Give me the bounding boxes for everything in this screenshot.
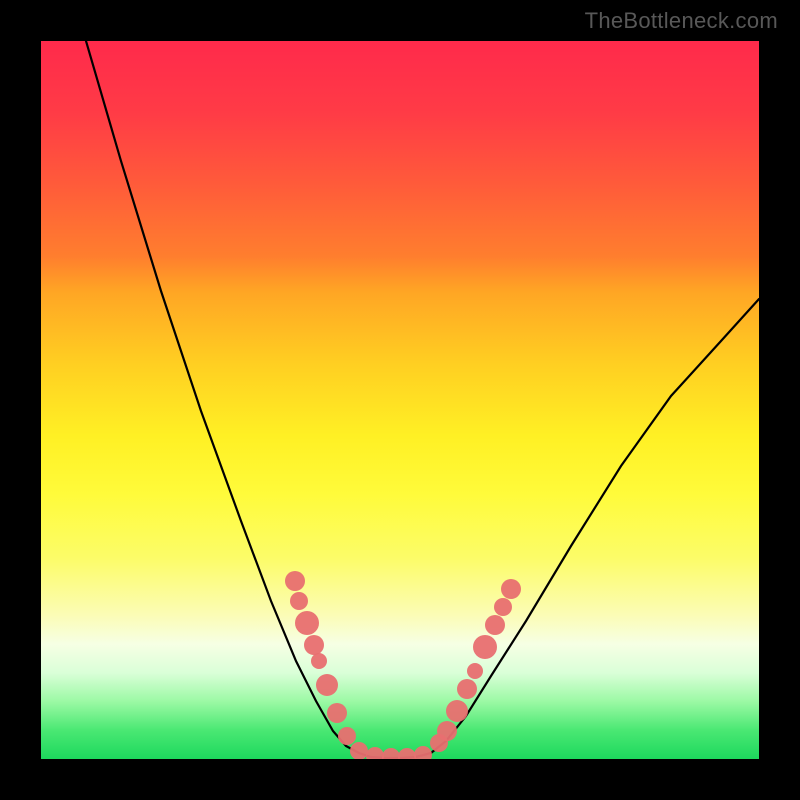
chart-frame: TheBottleneck.com [0,0,800,800]
data-bead [338,727,356,745]
data-bead [304,635,324,655]
data-bead [316,674,338,696]
data-bead [485,615,505,635]
data-bead [501,579,521,599]
data-bead [437,721,457,741]
v-curve-path [86,41,759,758]
data-bead [350,742,368,759]
data-bead [457,679,477,699]
data-bead [295,611,319,635]
data-bead [366,747,384,759]
data-bead [414,746,432,759]
data-bead [446,700,468,722]
watermark-text: TheBottleneck.com [585,8,778,34]
data-bead [290,592,308,610]
data-bead [285,571,305,591]
data-bead [398,748,416,759]
data-bead [382,748,400,759]
plot-area [41,41,759,759]
data-bead [473,635,497,659]
data-bead [494,598,512,616]
bead-cluster [285,571,521,759]
data-bead [311,653,327,669]
data-bead [327,703,347,723]
data-bead [467,663,483,679]
bottleneck-curve [41,41,759,759]
